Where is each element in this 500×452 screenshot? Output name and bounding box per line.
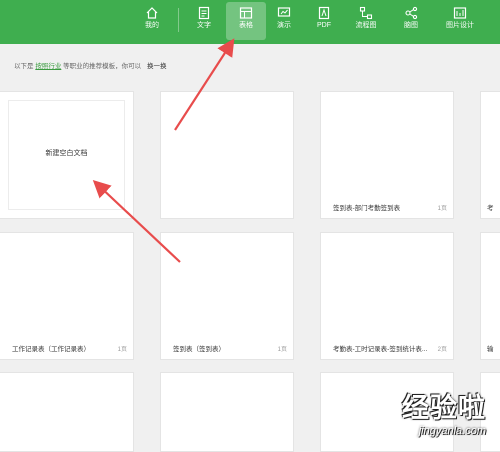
annotation-arrows	[92, 38, 235, 263]
watermark-url: jingyanla.com	[418, 425, 486, 437]
arrow-to-spreadsheet-tab	[174, 38, 235, 131]
arrow-to-new-blank-document	[92, 179, 181, 263]
watermark: 经验啦 jingyanla.com	[402, 386, 486, 437]
watermark-text: 经验啦	[402, 393, 486, 423]
